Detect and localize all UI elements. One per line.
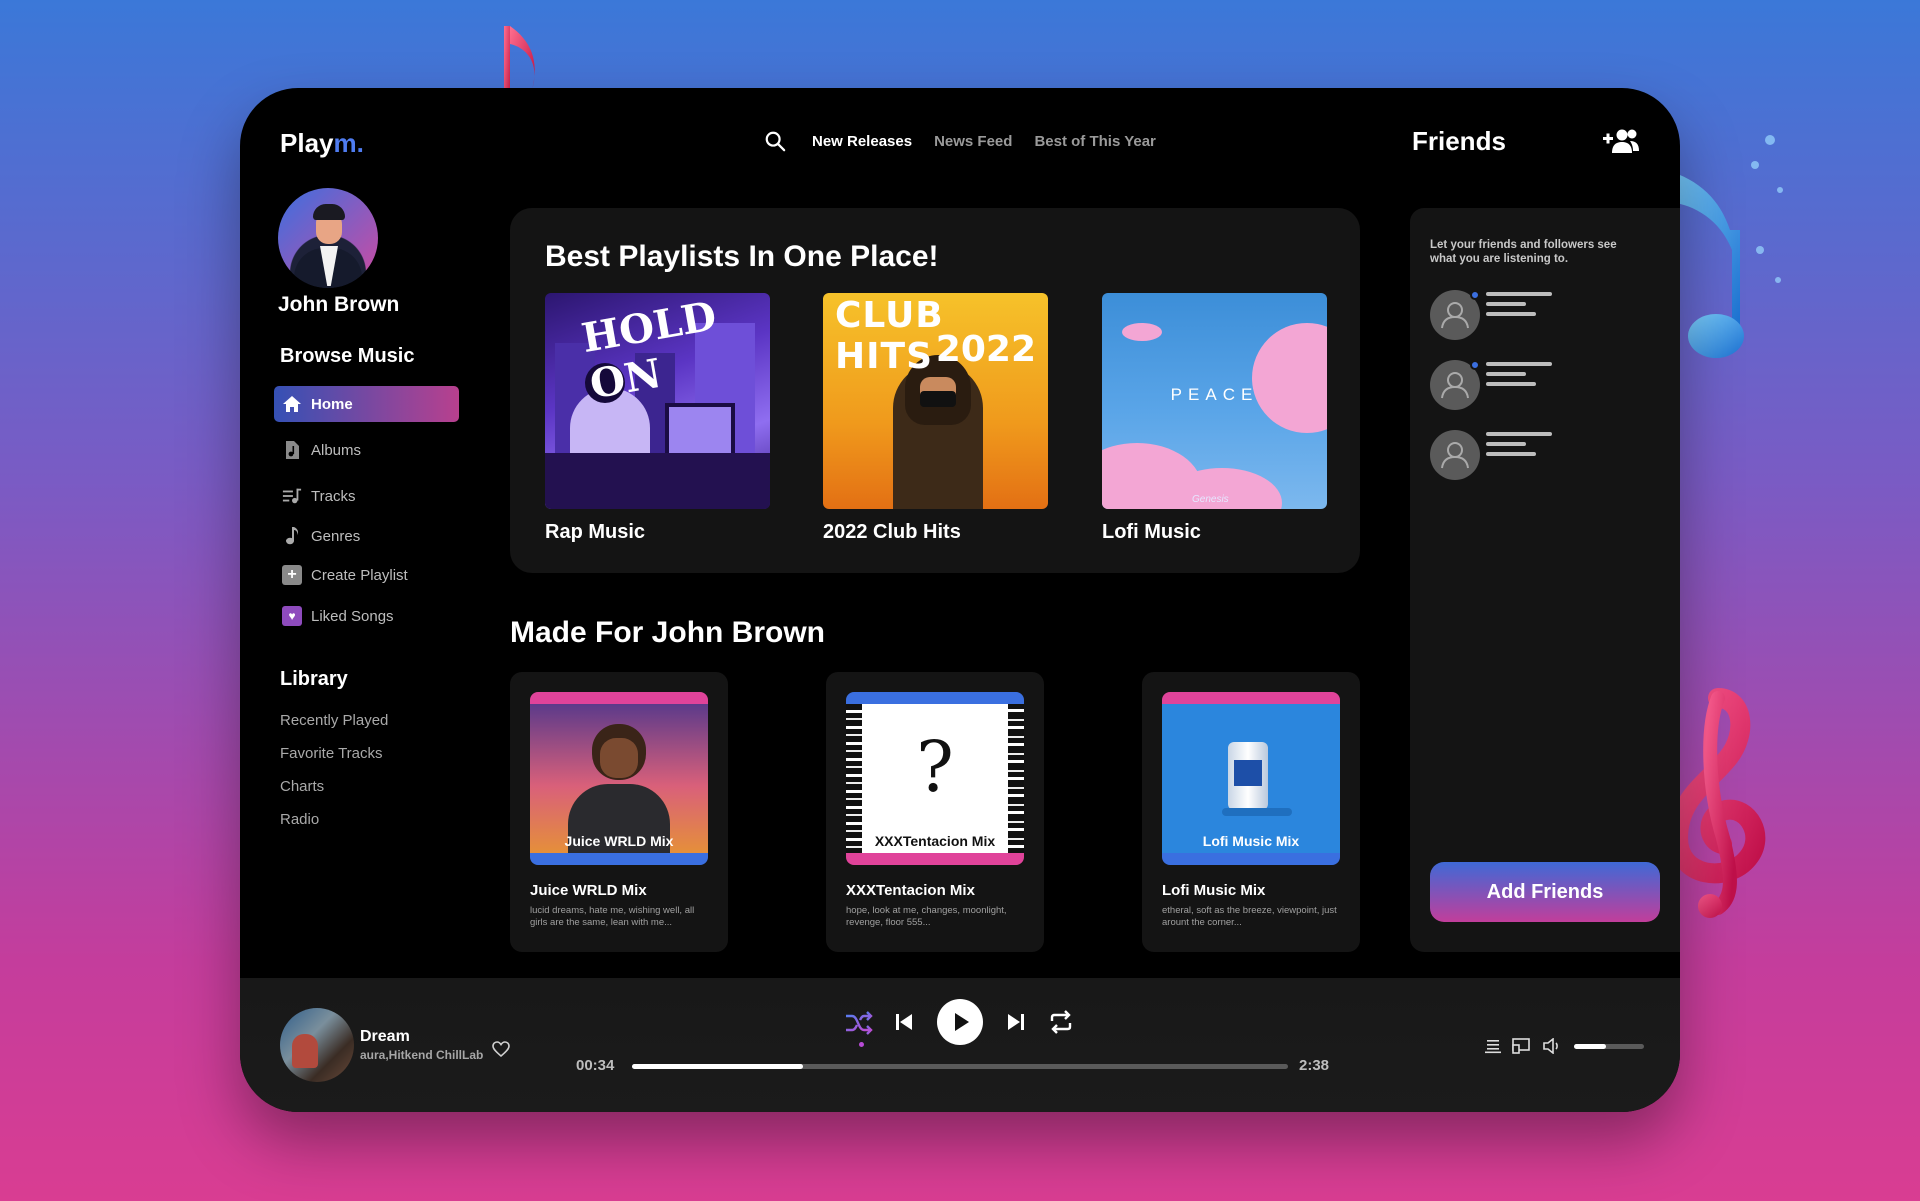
- playlist-name: Lofi Music: [1102, 521, 1201, 543]
- sidebar-item-label: Albums: [311, 441, 362, 459]
- queue-icon[interactable]: [1484, 1038, 1502, 1054]
- sidebar-item-albums[interactable]: Albums: [274, 432, 459, 468]
- progress-bar[interactable]: [632, 1064, 1288, 1069]
- mix-card-lofi[interactable]: Lofi Music Mix Lofi Music Mix etheral, s…: [1142, 672, 1360, 952]
- mix-cover-image[interactable]: ? XXXTentacion Mix: [846, 692, 1024, 865]
- mix-name: Lofi Music Mix: [1162, 882, 1266, 899]
- app-window: Playm. New Releases News Feed Best of Th…: [240, 88, 1680, 1112]
- library-heading: Library: [280, 668, 348, 690]
- playlist-name: 2022 Club Hits: [823, 521, 961, 543]
- playlist-name: Rap Music: [545, 521, 646, 543]
- best-playlists-panel: Best Playlists In One Place! HOLD ON Rap…: [510, 208, 1360, 573]
- mix-description: lucid dreams, hate me, wishing well, all…: [530, 905, 695, 928]
- library-item-recently-played[interactable]: Recently Played: [280, 712, 388, 729]
- home-icon: [282, 394, 302, 414]
- library-item-radio[interactable]: Radio: [280, 811, 319, 828]
- search-icon[interactable]: [764, 130, 786, 152]
- mix-cover-image[interactable]: Lofi Music Mix: [1162, 692, 1340, 865]
- total-time: 2:38: [1299, 1057, 1330, 1074]
- friends-hint-text: Let your friends and followers see what …: [1430, 239, 1617, 265]
- sidebar-item-label: Liked Songs: [311, 607, 394, 625]
- mix-name: Juice WRLD Mix: [530, 882, 647, 899]
- player-extra-controls: [1484, 1038, 1644, 1054]
- shuffle-active-dot: [859, 1042, 864, 1047]
- now-playing-title[interactable]: Dream: [360, 1028, 410, 1046]
- online-status-dot: [1470, 290, 1480, 300]
- music-note-icon: [282, 526, 302, 546]
- add-friends-icon[interactable]: [1602, 128, 1640, 154]
- sidebar-item-label: Create Playlist: [311, 566, 408, 584]
- now-playing-artwork[interactable]: [280, 1008, 354, 1082]
- devices-icon[interactable]: [1512, 1038, 1532, 1054]
- friend-placeholder: [1430, 430, 1560, 480]
- sidebar-item-liked-songs[interactable]: ♥ Liked Songs: [274, 598, 459, 634]
- playlist-cover-image[interactable]: HOLD ON: [545, 293, 770, 509]
- tracks-icon: [282, 486, 302, 506]
- playlist-cover-image[interactable]: PEACE Genesis: [1102, 293, 1327, 509]
- shuffle-icon[interactable]: [844, 1010, 874, 1036]
- cover-signature: Genesis: [1192, 494, 1229, 505]
- volume-fill: [1574, 1043, 1606, 1049]
- mix-cover-label: XXXTentacion Mix: [874, 833, 996, 849]
- best-playlists-title: Best Playlists In One Place!: [545, 240, 939, 273]
- progress-fill: [632, 1064, 803, 1069]
- blue-music-note-decoration: [1666, 135, 1783, 358]
- mix-name: XXXTentacion Mix: [846, 882, 975, 899]
- sidebar-item-label: Home: [311, 395, 353, 413]
- heart-icon: ♥: [282, 606, 302, 626]
- now-playing-artist[interactable]: aura,Hitkend ChillLab: [360, 1048, 483, 1062]
- mix-cover-label: Juice WRLD Mix: [564, 833, 674, 849]
- playlist-cover-image[interactable]: CLUB HITS 2022: [823, 293, 1048, 509]
- top-navigation: New Releases News Feed Best of This Year: [764, 130, 1156, 152]
- mix-cover-image[interactable]: Juice WRLD Mix: [530, 692, 708, 865]
- library-item-favorite-tracks[interactable]: Favorite Tracks: [280, 745, 383, 762]
- sidebar-item-create-playlist[interactable]: + Create Playlist: [274, 557, 459, 593]
- library-item-charts[interactable]: Charts: [280, 778, 324, 795]
- plus-icon: +: [282, 565, 302, 585]
- sidebar-item-home[interactable]: Home: [274, 386, 459, 422]
- album-icon: [282, 440, 302, 460]
- online-status-dot: [1470, 360, 1480, 370]
- current-time: 00:34: [576, 1057, 615, 1074]
- playback-controls: [840, 998, 1080, 1048]
- sidebar-item-label: Tracks: [311, 487, 356, 505]
- tab-best-of-this-year[interactable]: Best of This Year: [1034, 133, 1155, 150]
- player-bar: Dream aura,Hitkend ChillLab 00:34 2:38: [240, 978, 1680, 1112]
- avatar[interactable]: [278, 188, 378, 288]
- previous-icon[interactable]: [894, 1012, 914, 1032]
- next-icon[interactable]: [1006, 1012, 1026, 1032]
- tab-news-feed[interactable]: News Feed: [934, 133, 1012, 150]
- friend-placeholder: [1430, 290, 1560, 340]
- heart-icon[interactable]: [492, 1040, 510, 1058]
- made-for-title: Made For John Brown: [510, 616, 825, 649]
- friends-panel: Let your friends and followers see what …: [1410, 208, 1680, 952]
- play-button[interactable]: [937, 999, 983, 1045]
- playlist-card-lofi-music[interactable]: PEACE Genesis Lofi Music: [1102, 293, 1327, 544]
- volume-slider[interactable]: [1574, 1043, 1644, 1049]
- sidebar-item-tracks[interactable]: Tracks: [274, 478, 459, 514]
- cover-text: PEACE: [1170, 385, 1259, 404]
- mix-card-xxxtentacion[interactable]: ? XXXTentacion Mix XXXTentacion Mix hope…: [826, 672, 1044, 952]
- tab-new-releases[interactable]: New Releases: [812, 133, 912, 150]
- sidebar-item-label: Genres: [311, 527, 361, 545]
- profile-name: John Brown: [278, 293, 400, 316]
- friends-title: Friends: [1412, 126, 1506, 156]
- mix-cover-label: Lofi Music Mix: [1202, 833, 1300, 849]
- user-placeholder-icon: [1430, 430, 1480, 480]
- play-icon: [955, 1013, 969, 1031]
- playlist-card-rap-music[interactable]: HOLD ON Rap Music: [545, 293, 770, 544]
- mix-description: etheral, soft as the breeze, viewpoint, …: [1162, 905, 1337, 928]
- app-logo[interactable]: Playm.: [280, 128, 364, 159]
- sidebar-item-genres[interactable]: Genres: [274, 518, 459, 554]
- mix-description: hope, look at me, changes, moonlight, re…: [846, 905, 1007, 928]
- mix-card-juice-wrld[interactable]: Juice WRLD Mix Juice WRLD Mix lucid drea…: [510, 672, 728, 952]
- volume-icon[interactable]: [1542, 1038, 1560, 1054]
- add-friends-button[interactable]: Add Friends: [1430, 862, 1660, 922]
- playlist-card-club-hits[interactable]: CLUB HITS 2022 2022 Club Hits: [823, 293, 1048, 544]
- cover-text: 2022: [935, 329, 1036, 370]
- browse-music-heading: Browse Music: [280, 345, 415, 367]
- friend-placeholder: [1430, 360, 1560, 410]
- repeat-icon[interactable]: [1048, 1010, 1074, 1034]
